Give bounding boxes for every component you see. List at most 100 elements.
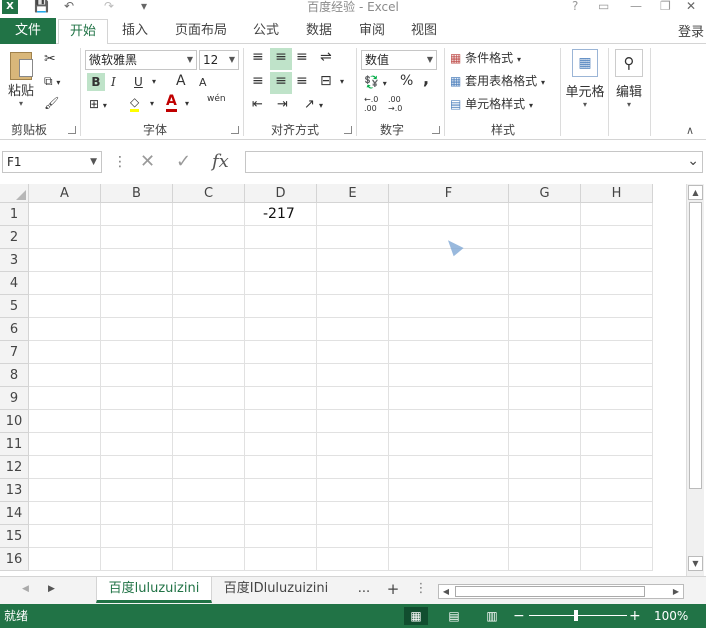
- cell-h14[interactable]: [581, 502, 653, 525]
- tab-insert[interactable]: 插入: [112, 20, 158, 44]
- format-painter-icon[interactable]: 🖌: [44, 94, 59, 112]
- column-header-c[interactable]: C: [173, 184, 245, 203]
- cell-f8[interactable]: [389, 364, 509, 387]
- cell-c10[interactable]: [173, 410, 245, 433]
- cell-a9[interactable]: [29, 387, 101, 410]
- minimize-icon[interactable]: —: [630, 0, 642, 13]
- cell-f1[interactable]: [389, 203, 509, 226]
- cell-e2[interactable]: [317, 226, 389, 249]
- cell-b6[interactable]: [101, 318, 173, 341]
- tab-data[interactable]: 数据: [297, 20, 341, 44]
- tab-view[interactable]: 视图: [402, 20, 446, 44]
- cell-d3[interactable]: [245, 249, 317, 272]
- increase-decimal-icon[interactable]: ←.0.00: [364, 95, 378, 113]
- cell-f6[interactable]: [389, 318, 509, 341]
- column-header-e[interactable]: E: [317, 184, 389, 203]
- cell-a6[interactable]: [29, 318, 101, 341]
- cell-e10[interactable]: [317, 410, 389, 433]
- more-icon[interactable]: ⋮: [113, 151, 127, 173]
- cell-h5[interactable]: [581, 295, 653, 318]
- cell-e13[interactable]: [317, 479, 389, 502]
- fill-color-icon[interactable]: ◇: [130, 95, 140, 112]
- cell-d8[interactable]: [245, 364, 317, 387]
- prev-sheet-icon[interactable]: ◀: [22, 584, 29, 594]
- scroll-thumb[interactable]: [689, 202, 702, 489]
- row-header[interactable]: 16: [0, 548, 29, 571]
- cell-e6[interactable]: [317, 318, 389, 341]
- wrap-text-icon[interactable]: ⇌: [320, 48, 332, 66]
- cell-g13[interactable]: [509, 479, 581, 502]
- cell-f3[interactable]: [389, 249, 509, 272]
- cell-b7[interactable]: [101, 341, 173, 364]
- cell-c13[interactable]: [173, 479, 245, 502]
- tab-home[interactable]: 开始: [58, 19, 108, 45]
- cell-a5[interactable]: [29, 295, 101, 318]
- column-header-b[interactable]: B: [101, 184, 173, 203]
- cut-icon[interactable]: ✂: [44, 50, 56, 68]
- cell-f9[interactable]: [389, 387, 509, 410]
- cell-b10[interactable]: [101, 410, 173, 433]
- cell-g5[interactable]: [509, 295, 581, 318]
- sheet-tab[interactable]: 百度luluzuizini: [96, 577, 212, 603]
- row-header[interactable]: 10: [0, 410, 29, 433]
- editing-button[interactable]: ⚲ 编辑 ▾: [612, 49, 646, 109]
- cell-a1[interactable]: [29, 203, 101, 226]
- close-icon[interactable]: ✕: [686, 0, 696, 13]
- cell-e7[interactable]: [317, 341, 389, 364]
- cell-h9[interactable]: [581, 387, 653, 410]
- more-sheets-button[interactable]: ...: [352, 577, 376, 603]
- cell-d1[interactable]: -217: [245, 203, 317, 226]
- tab-splitter-icon[interactable]: ⋮: [414, 577, 428, 603]
- scroll-thumb[interactable]: [455, 586, 645, 597]
- cells-button[interactable]: ▦ 单元格 ▾: [564, 49, 606, 109]
- underline-button[interactable]: U: [134, 73, 143, 91]
- cell-f13[interactable]: [389, 479, 509, 502]
- sign-in-link[interactable]: 登录: [678, 21, 704, 40]
- cell-g8[interactable]: [509, 364, 581, 387]
- merge-dropdown-icon[interactable]: ▾: [340, 73, 344, 91]
- decrease-decimal-icon[interactable]: .00 →.0: [388, 95, 402, 113]
- font-color-button[interactable]: A: [166, 93, 177, 112]
- clipboard-launcher-icon[interactable]: [68, 126, 76, 134]
- normal-view-icon[interactable]: ▦: [404, 607, 428, 625]
- cell-h13[interactable]: [581, 479, 653, 502]
- cell-d4[interactable]: [245, 272, 317, 295]
- cell-b5[interactable]: [101, 295, 173, 318]
- column-header-h[interactable]: H: [581, 184, 653, 203]
- cell-e11[interactable]: [317, 433, 389, 456]
- paste-button[interactable]: 粘贴 ▾: [4, 52, 38, 108]
- zoom-slider-thumb[interactable]: [574, 610, 578, 621]
- help-icon[interactable]: ?: [572, 0, 578, 13]
- number-launcher-icon[interactable]: [432, 126, 440, 134]
- row-header[interactable]: 2: [0, 226, 29, 249]
- zoom-out-button[interactable]: −: [513, 604, 525, 628]
- scroll-right-icon[interactable]: ▶: [669, 585, 683, 598]
- cell-a3[interactable]: [29, 249, 101, 272]
- row-header[interactable]: 8: [0, 364, 29, 387]
- cell-a10[interactable]: [29, 410, 101, 433]
- align-right-icon[interactable]: ≡: [296, 72, 308, 90]
- cell-c16[interactable]: [173, 548, 245, 571]
- cell-h7[interactable]: [581, 341, 653, 364]
- cell-h15[interactable]: [581, 525, 653, 548]
- cell-c14[interactable]: [173, 502, 245, 525]
- cell-g14[interactable]: [509, 502, 581, 525]
- row-header[interactable]: 11: [0, 433, 29, 456]
- cell-c5[interactable]: [173, 295, 245, 318]
- cell-c12[interactable]: [173, 456, 245, 479]
- cell-g12[interactable]: [509, 456, 581, 479]
- cell-f11[interactable]: [389, 433, 509, 456]
- cell-g6[interactable]: [509, 318, 581, 341]
- cell-d11[interactable]: [245, 433, 317, 456]
- cell-d13[interactable]: [245, 479, 317, 502]
- cell-c8[interactable]: [173, 364, 245, 387]
- merge-center-icon[interactable]: ⊟: [320, 72, 332, 90]
- cell-c11[interactable]: [173, 433, 245, 456]
- cell-a4[interactable]: [29, 272, 101, 295]
- cell-g2[interactable]: [509, 226, 581, 249]
- row-header[interactable]: 9: [0, 387, 29, 410]
- orientation-icon[interactable]: ↗ ▾: [304, 96, 323, 115]
- row-header[interactable]: 6: [0, 318, 29, 341]
- cell-h6[interactable]: [581, 318, 653, 341]
- cell-c2[interactable]: [173, 226, 245, 249]
